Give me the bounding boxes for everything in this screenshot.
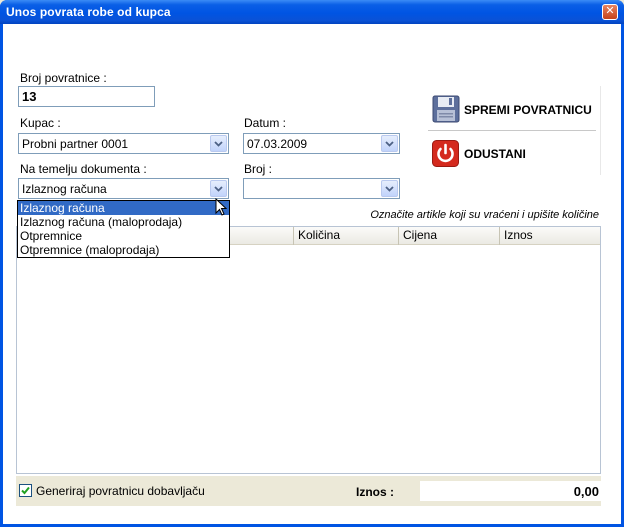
close-button[interactable]: ✕ <box>602 4 618 20</box>
temelj-label: Na temelju dokumenta : <box>20 162 147 176</box>
column-iznos[interactable]: Iznos <box>499 227 600 245</box>
datum-dropdown-button[interactable] <box>381 135 398 152</box>
floppy-disk-icon <box>432 95 460 123</box>
dialog-window: Unos povrata robe od kupca ✕ Broj povrat… <box>0 0 624 527</box>
instruction-text: Označite artikle koji su vraćeni i upiši… <box>370 209 599 221</box>
save-label: SPREMI POVRATNICU <box>464 103 592 117</box>
temelj-value: Izlaznog računa <box>22 182 107 196</box>
broj-povratnice-input[interactable]: 13 <box>18 86 155 107</box>
total-label: Iznos : <box>356 485 394 499</box>
footer-bar: Generiraj povratnicu dobavljaču Iznos : … <box>16 476 601 506</box>
title-bar[interactable]: Unos povrata robe od kupca ✕ <box>0 0 624 24</box>
generate-checkbox-label: Generiraj povratnicu dobavljaču <box>36 484 205 498</box>
chevron-down-icon <box>385 141 394 147</box>
datum-picker[interactable]: 07.03.2009 <box>243 133 400 154</box>
broj-povratnice-label: Broj povratnice : <box>20 71 107 85</box>
save-button[interactable]: SPREMI POVRATNICU <box>428 92 598 128</box>
window-title: Unos povrata robe od kupca <box>6 5 171 19</box>
kupac-value: Probni partner 0001 <box>22 137 129 151</box>
dialog-body: Broj povratnice : 13 Kupac : Probni part… <box>3 24 621 524</box>
broj-povratnice-value: 13 <box>22 89 37 104</box>
kupac-dropdown-button[interactable] <box>210 135 227 152</box>
temelj-combo[interactable]: Izlaznog računa <box>18 178 229 199</box>
checkmark-icon <box>21 486 30 495</box>
datum-value: 07.03.2009 <box>247 137 308 151</box>
broj-dropdown-button[interactable] <box>381 180 398 197</box>
cancel-button[interactable]: ODUSTANI <box>428 136 598 172</box>
total-value: 0,00 <box>573 484 599 499</box>
power-icon <box>432 140 459 167</box>
articles-grid[interactable]: Količina Cijena Iznos <box>16 226 601 474</box>
kupac-combo[interactable]: Probni partner 0001 <box>18 133 229 154</box>
chevron-down-icon <box>385 186 394 192</box>
column-cijena[interactable]: Cijena <box>398 227 499 245</box>
close-icon: ✕ <box>605 5 615 17</box>
column-kolicina[interactable]: Količina <box>293 227 398 245</box>
datum-label: Datum : <box>244 116 287 130</box>
temelj-dropdown-button[interactable] <box>210 180 227 197</box>
chevron-down-icon <box>214 186 223 192</box>
action-panel: SPREMI POVRATNICU ODUSTANI <box>422 86 601 175</box>
dropdown-option[interactable]: Otpremnice (maloprodaja) <box>18 243 229 257</box>
total-field: 0,00 <box>420 481 601 501</box>
dropdown-option[interactable]: Izlaznog računa (maloprodaja) <box>18 215 229 229</box>
temelj-dropdown-list[interactable]: Izlaznog računa Izlaznog računa (malopro… <box>17 200 230 258</box>
cancel-label: ODUSTANI <box>464 147 526 161</box>
divider <box>428 130 596 131</box>
generate-checkbox[interactable] <box>19 484 32 497</box>
chevron-down-icon <box>214 141 223 147</box>
dropdown-option[interactable]: Izlaznog računa <box>18 201 229 215</box>
broj-label: Broj : <box>244 162 273 176</box>
broj-combo[interactable] <box>243 178 400 199</box>
mouse-cursor-icon <box>215 198 227 216</box>
dropdown-option[interactable]: Otpremnice <box>18 229 229 243</box>
kupac-label: Kupac : <box>20 116 61 130</box>
